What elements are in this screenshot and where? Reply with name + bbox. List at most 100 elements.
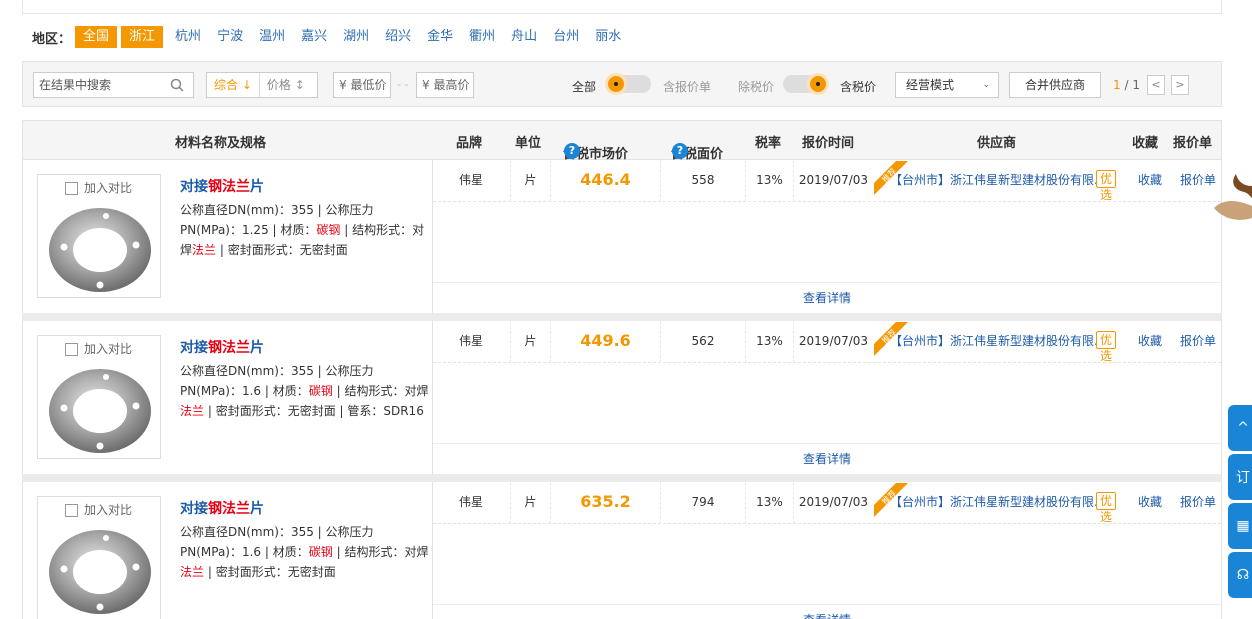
desc-segment: | 结构形式：对焊 [332,545,429,559]
face-price-cell: 562 [660,321,745,363]
toggle-with-quote-label: 含报价单 [663,80,712,94]
business-mode-select[interactable]: 经营模式 ⌄ [895,72,999,98]
search-input[interactable] [34,73,158,97]
compare-label: 加入对比 [84,503,133,517]
tax-price-toggle[interactable] [783,73,829,95]
desc-segment: | 密封面形式：无密封面 [216,243,348,257]
product-image-box: 加入对比 [37,335,161,459]
filter-bar: 综合 ↓ 价格 ↕ ¥ 最低价 - - ¥ 最高价 全部 含报价单 除税价 含税… [22,61,1222,107]
quote-filter-toggle[interactable] [605,73,651,95]
flange-image [49,530,151,614]
supplier-link[interactable]: 【台州市】浙江伟星新型建材股份有限... [890,482,1105,522]
table-row: 加入对比 对接钢法兰片 公称直径DN(mm)：355 | 公称压力PN(MPa)… [22,321,1222,474]
region-chip[interactable]: 嘉兴 [293,26,335,48]
compare-label: 加入对比 [84,342,133,356]
add-compare-checkbox[interactable]: 加入对比 [38,175,160,201]
product-name-part: 对接 [180,340,208,356]
favorite-link[interactable]: 收藏 [1130,482,1170,524]
next-page-button[interactable]: > [1171,75,1189,95]
supplier-cell: 推荐 【台州市】浙江伟星新型建材股份有限... 优选 [874,160,1117,202]
face-price-cell: 558 [660,160,745,202]
product-name-link[interactable]: 对接钢法兰片 [180,337,264,357]
checkbox-icon [65,182,78,195]
unit-cell: 片 [510,482,550,524]
product-name-part: 对接 [180,501,208,517]
prev-page-button[interactable]: < [1147,75,1165,95]
region-chip[interactable]: 温州 [251,26,293,48]
supplier-link[interactable]: 【台州市】浙江伟星新型建材股份有限... [890,160,1105,200]
product-name-part: 对接 [180,179,208,195]
view-detail-link[interactable]: 查看详情 [433,443,1221,474]
floating-sidebar: ^ 订 ▦ ☊ [1228,405,1252,601]
region-chip[interactable]: 浙江 [121,26,164,48]
page-total: / 1 [1124,78,1140,92]
region-chip[interactable]: 杭州 [167,26,209,48]
product-name-highlight: 钢法兰 [208,340,250,356]
favorite-link[interactable]: 收藏 [1130,321,1170,363]
add-compare-checkbox[interactable]: 加入对比 [38,497,160,523]
region-chip[interactable]: 全国 [75,26,118,48]
header-quote: 报价单 [1173,136,1213,151]
product-name-part: 片 [250,501,264,517]
help-icon[interactable]: ? [672,143,688,159]
product-spec: 公称直径DN(mm)：355 | 公称压力PN(MPa)：1.25 | 材质：碳… [180,200,430,260]
price-cells: 伟星 片 449.6 562 13% 2019/07/03 推荐 【台州市】浙江… [433,321,1221,363]
region-chip[interactable]: 宁波 [209,26,251,48]
max-price-input[interactable]: ¥ 最高价 [416,72,474,98]
header-fav: 收藏 [1132,136,1159,151]
chevron-down-icon: ⌄ [982,80,990,90]
product-name-link[interactable]: 对接钢法兰片 [180,498,264,518]
subscribe-icon[interactable]: 订 [1228,454,1252,500]
desc-segment: 法兰 [180,565,205,579]
unit-cell: 片 [510,160,550,202]
page-indicator: 1 / 1 [1113,78,1140,92]
tax-cell: 13% [745,160,793,202]
table-row: 加入对比 对接钢法兰片 公称直径DN(mm)：355 | 公称压力PN(MPa)… [22,160,1222,313]
toggle-taxed-label: 含税价 [840,80,877,94]
view-detail-link[interactable]: 查看详情 [433,282,1221,313]
region-chip[interactable]: 舟山 [503,26,545,48]
product-image-box: 加入对比 [37,496,161,619]
quote-link[interactable]: 报价单 [1173,482,1222,524]
back-to-top-icon[interactable]: ^ [1228,405,1252,451]
time-cell: 2019/07/03 [793,160,873,202]
product-name-part: 片 [250,340,264,356]
sort-price-label: 价格 [266,78,291,92]
checkbox-icon [65,504,78,517]
brand-cell: 伟星 [458,334,483,348]
region-chip[interactable]: 衢州 [461,26,503,48]
search-button[interactable] [160,72,194,98]
sort-comprehensive-button[interactable]: 综合 ↓ [207,73,260,97]
results-table: 材料名称及规格 品牌 单位 含税市场价? 含税面价? 税率 报价时间 供应商 收… [22,120,1222,619]
price-cells: 伟星 片 446.4 558 13% 2019/07/03 推荐 【台州市】浙江… [433,160,1221,202]
quote-link[interactable]: 报价单 [1173,321,1222,363]
add-compare-checkbox[interactable]: 加入对比 [38,336,160,362]
top-panel-frame [22,0,1222,14]
region-chip[interactable]: 湖州 [335,26,377,48]
product-spec: 公称直径DN(mm)：355 | 公称压力PN(MPa)：1.6 | 材质：碳钢… [180,361,430,421]
row-separator [22,474,1222,482]
region-chip[interactable]: 金华 [419,26,461,48]
flange-image [49,208,151,292]
page-current: 1 [1113,78,1121,92]
region-chip[interactable]: 绍兴 [377,26,419,48]
leaf-decoration-icon [1214,174,1252,220]
supplier-link[interactable]: 【台州市】浙江伟星新型建材股份有限... [890,321,1105,361]
favorite-link[interactable]: 收藏 [1130,160,1170,202]
customer-service-icon[interactable]: ☊ [1228,552,1252,598]
min-price-input[interactable]: ¥ 最低价 [333,72,391,98]
region-chip[interactable]: 台州 [545,26,587,48]
help-icon[interactable]: ? [564,143,580,159]
market-price-cell: 446.4 [550,160,660,202]
preferred-badge: 优选 [1096,170,1117,202]
flange-image [49,369,151,453]
product-name-link[interactable]: 对接钢法兰片 [180,176,264,196]
region-chip[interactable]: 丽水 [587,26,629,48]
table-header: 材料名称及规格 品牌 单位 含税市场价? 含税面价? 税率 报价时间 供应商 收… [22,120,1222,162]
toggle-all-label: 全部 [572,80,597,94]
sort-price-button[interactable]: 价格 ↕ [260,73,312,97]
view-detail-link[interactable]: 查看详情 [433,604,1221,619]
header-tax: 税率 [755,136,782,151]
merge-supplier-button[interactable]: 合并供应商 [1009,72,1101,98]
qrcode-icon[interactable]: ▦ [1228,503,1252,549]
